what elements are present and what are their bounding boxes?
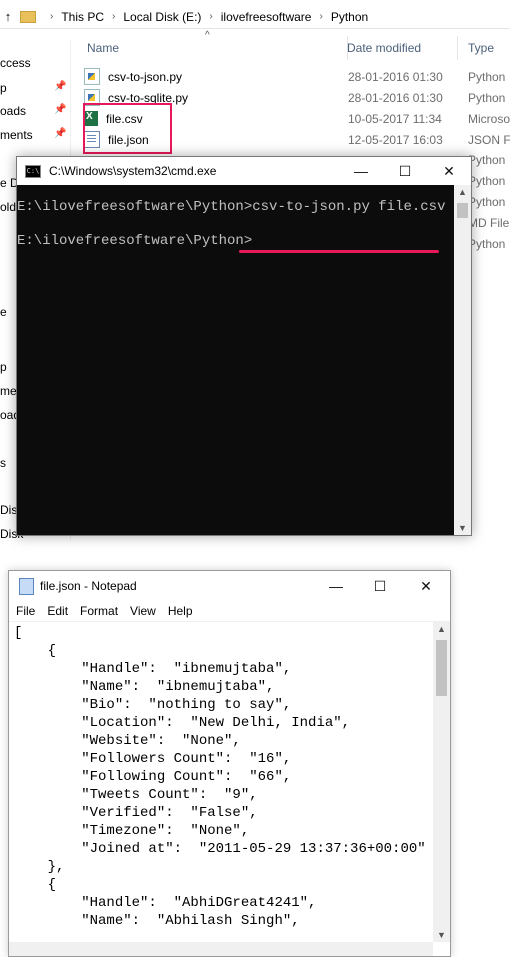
- python-file-icon: [84, 68, 100, 85]
- column-header-date[interactable]: Date modified: [347, 36, 458, 60]
- minimize-button[interactable]: —: [314, 571, 358, 601]
- nav-item[interactable]: ccess: [0, 56, 31, 70]
- file-type: JSON Fil: [468, 132, 510, 147]
- scroll-thumb[interactable]: [436, 640, 447, 696]
- chevron-right-icon: ›: [50, 11, 54, 22]
- chevron-right-icon[interactable]: ›: [319, 11, 322, 22]
- console-icon: C:\: [25, 164, 41, 178]
- highlight-box: [83, 103, 172, 154]
- nav-item[interactable]: oads: [0, 104, 26, 118]
- console-line: E:\ilovefreesoftware\Python>csv-to-json.…: [17, 199, 445, 215]
- file-type: Python: [468, 153, 506, 167]
- file-type: MD File: [468, 216, 510, 230]
- text-editor[interactable]: [ { "Handle": "ibnemujtaba", "Name": "ib…: [9, 622, 433, 956]
- scroll-up-arrow-icon[interactable]: ▲: [458, 187, 467, 197]
- menu-file[interactable]: File: [16, 604, 35, 618]
- file-type: Microso: [468, 111, 510, 126]
- notepad-window: file.json - Notepad — ☐ ✕ File Edit Form…: [8, 570, 451, 957]
- scroll-up-arrow-icon[interactable]: ▲: [437, 624, 446, 634]
- close-button[interactable]: ✕: [404, 571, 448, 601]
- console-scrollbar[interactable]: ▲ ▼: [454, 185, 471, 535]
- console-output[interactable]: E:\ilovefreesoftware\Python>csv-to-json.…: [17, 185, 454, 535]
- console-command: csv-to-json.py file.csv: [252, 199, 446, 215]
- scroll-thumb[interactable]: [457, 203, 468, 218]
- breadcrumb-item[interactable]: ilovefreesoftware: [221, 10, 312, 24]
- chevron-right-icon[interactable]: ›: [209, 11, 212, 22]
- breadcrumb-item[interactable]: Local Disk (E:): [123, 10, 201, 24]
- menu-view[interactable]: View: [130, 604, 156, 618]
- file-date: 28-01-2016 01:30: [348, 90, 443, 105]
- notepad-icon: [19, 577, 34, 595]
- nav-item[interactable]: ments: [0, 128, 33, 142]
- address-bar[interactable]: ↑ › This PC › Local Disk (E:) › ilovefre…: [0, 5, 510, 29]
- console-line: E:\ilovefreesoftware\Python>: [17, 233, 253, 249]
- nav-item[interactable]: p: [0, 81, 7, 95]
- file-name: csv-to-json.py: [108, 69, 183, 84]
- file-type: Python: [468, 195, 506, 209]
- file-type: Python: [468, 174, 506, 188]
- menu-format[interactable]: Format: [80, 604, 118, 618]
- pin-icon: 📌: [54, 104, 67, 115]
- close-button[interactable]: ✕: [427, 157, 471, 185]
- breadcrumb-item[interactable]: This PC: [61, 10, 104, 24]
- cmd-window: C:\ C:\Windows\system32\cmd.exe — ☐ ✕ E:…: [16, 156, 472, 536]
- notepad-title: file.json - Notepad: [40, 579, 137, 593]
- breadcrumb-item[interactable]: Python: [331, 10, 368, 24]
- maximize-button[interactable]: ☐: [358, 571, 402, 601]
- pin-icon: 📌: [54, 81, 67, 92]
- horizontal-scrollbar[interactable]: [9, 942, 433, 956]
- file-date: 10-05-2017 11:34: [348, 111, 442, 126]
- menu-edit[interactable]: Edit: [47, 604, 68, 618]
- nav-item[interactable]: s: [0, 456, 6, 470]
- file-type: Python: [468, 237, 506, 251]
- file-date: 12-05-2017 16:03: [348, 132, 443, 147]
- minimize-button[interactable]: —: [339, 157, 383, 185]
- maximize-button[interactable]: ☐: [383, 157, 427, 185]
- nav-item[interactable]: e: [0, 305, 7, 319]
- menu-help[interactable]: Help: [168, 604, 193, 618]
- scroll-down-arrow-icon[interactable]: ▼: [458, 523, 467, 533]
- file-type: Python: [468, 69, 506, 84]
- file-date: 28-01-2016 01:30: [348, 69, 443, 84]
- folder-icon: [20, 10, 36, 23]
- console-prompt: E:\ilovefreesoftware\Python>: [17, 199, 253, 215]
- vertical-scrollbar[interactable]: ▲ ▼: [433, 622, 450, 942]
- file-type: Python: [468, 90, 506, 105]
- column-header-name[interactable]: Name: [78, 36, 348, 60]
- chevron-right-icon[interactable]: ›: [112, 11, 115, 22]
- scroll-down-arrow-icon[interactable]: ▼: [437, 930, 446, 940]
- menu-bar: File Edit Format View Help: [9, 601, 450, 622]
- editor-content: [ { "Handle": "ibnemujtaba", "Name": "ib…: [14, 625, 426, 929]
- highlight-underline: [239, 250, 439, 253]
- cmd-title: C:\Windows\system32\cmd.exe: [49, 164, 217, 178]
- pin-icon: 📌: [54, 128, 67, 139]
- file-row[interactable]: csv-to-json.py 28-01-2016 01:30 Python: [84, 66, 510, 87]
- nav-item[interactable]: p: [0, 360, 7, 374]
- column-header-type[interactable]: Type: [468, 36, 510, 60]
- up-arrow-icon[interactable]: ↑: [0, 9, 16, 24]
